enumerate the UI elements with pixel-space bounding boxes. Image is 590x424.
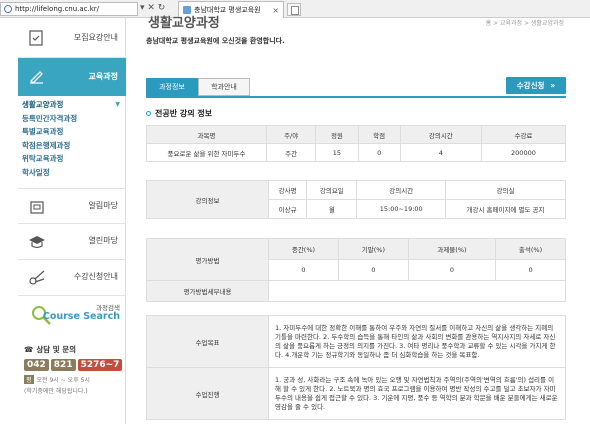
close-tab-icon[interactable]: ×	[272, 6, 279, 15]
table-cell: 개강시 홈페이지에 별도 공지	[445, 199, 566, 219]
column-header: 출석(%)	[495, 238, 566, 260]
column-header: 강의시간	[399, 125, 482, 144]
column-header: 학점	[357, 125, 401, 144]
sidebar-label-admissions: 모집요강안내	[73, 33, 118, 42]
sidebar-label-notice: 알림마당	[88, 201, 118, 210]
new-tab-button[interactable]	[287, 3, 301, 16]
contact-title: ☎ 상담 및 문의	[24, 345, 77, 354]
table-cell: 0	[407, 259, 497, 281]
phone-number: 042 821 5276~7	[24, 359, 124, 371]
table-cell: 월	[306, 199, 358, 219]
table-cell: 4	[399, 143, 482, 162]
sidebar-label-open: 열린마당	[88, 236, 118, 245]
column-header: 정원	[315, 125, 359, 144]
weekday-badge: 평	[24, 375, 34, 384]
submenu-item[interactable]: 생활교양과정 ▼	[22, 98, 126, 112]
sidebar-item-courses[interactable]: 교육과정	[18, 58, 126, 96]
sidebar-item-open[interactable]: 열린마당	[18, 224, 126, 260]
content-tabs: 과정정보 학과안내	[146, 78, 250, 96]
browser-bar: http://lifelong.cnu.ac.kr/ ▾ ✕ ↻ 충남대학교 평…	[0, 0, 590, 18]
column-header: 중간(%)	[268, 238, 339, 260]
course-search-banner[interactable]: 과정검색 Course Search	[24, 300, 122, 342]
address-url: http://lifelong.cnu.ac.kr/	[15, 5, 100, 13]
column-header: 수강료	[480, 125, 567, 144]
course-description-table: 수업목표 1. 자미두수에 대한 정확한 이해를 통하여 우주와 자연의 질서를…	[146, 315, 566, 420]
sidebar: 모집요강안내 교육과정 생활교양과정 ▼ 등록민간자격과정 특별교육과정 학점은행…	[18, 18, 126, 424]
table-cell: 0	[495, 259, 566, 281]
tab-course-info[interactable]: 과정정보	[146, 78, 198, 96]
address-bar[interactable]: http://lifelong.cnu.ac.kr/	[0, 2, 138, 16]
column-header: 과제물(%)	[407, 238, 497, 260]
sidebar-label-registration: 수강신청안내	[73, 272, 118, 281]
sidebar-item-notice[interactable]: 알림마당	[18, 188, 126, 224]
breadcrumb: 홈 > 교육과정 > 생활교양과정	[485, 20, 564, 27]
sidebar-item-registration[interactable]: 수강신청안내	[18, 260, 126, 296]
column-header: 강의실	[445, 180, 566, 200]
column-header: 강의요일	[306, 180, 358, 200]
table-cell: 이상규	[267, 199, 308, 219]
contact-box: ☎ 상담 및 문의 042 821 5276~7 평 오전 9시 ~ 오후 5시…	[24, 344, 124, 395]
tab-department[interactable]: 학과안내	[198, 78, 250, 96]
table-cell: 주간	[265, 143, 317, 162]
lecture-info-table: 강의정보 강사명 강의요일 강의시간 강의실 이상규 월 15:00~19:00…	[146, 180, 566, 219]
row-header: 수업목표	[146, 315, 269, 368]
row-header: 평가방법	[146, 238, 269, 281]
evaluation-table: 평가방법 중간(%) 기말(%) 과제물(%) 출석(%) 0 0 0 0 평가…	[146, 238, 566, 302]
notice-icon	[30, 201, 44, 214]
page-title: 생활교양과정	[148, 16, 220, 31]
column-header: 강의시간	[356, 180, 446, 200]
main-content: 생활교양과정 홈 > 교육과정 > 생활교양과정 충남대학교 평생교육원에 오신…	[140, 16, 570, 424]
double-arrow-icon: »	[550, 81, 556, 90]
bullet-icon	[146, 111, 151, 116]
table-cell: 0	[268, 259, 339, 281]
table-cell: 200000	[480, 143, 567, 162]
office-hours: 평 오전 9시 ~ 오후 5시	[24, 375, 90, 384]
table-cell: 1. 궁과 성, 사화라는 구조 속에 녹아 있는 오행 및 자연법칙과 주역의…	[268, 367, 566, 420]
globe-icon	[4, 5, 12, 13]
table-cell: 0	[337, 259, 409, 281]
table-row: 풍요로운 삶을 위한 자미두수 주간 15 0 4 200000	[146, 143, 567, 162]
column-header: 과목명	[146, 125, 267, 144]
submenu-item[interactable]: 등록민간자격과정	[22, 112, 126, 126]
course-table: 과목명 주/야 정원 학점 강의시간 수강료 풍요로운 삶을 위한 자미두수 주…	[146, 125, 567, 162]
tab-underline	[146, 96, 566, 98]
row-header: 평가방법세부내용	[146, 280, 269, 302]
table-row: 평가방법세부내용	[146, 280, 566, 302]
course-search-title: Course Search	[42, 311, 120, 322]
table-cell: 풍요로운 삶을 위한 자미두수	[146, 143, 267, 162]
row-header: 강의정보	[146, 180, 269, 219]
welcome-text: 충남대학교 평생교육원에 오신것을 환영합니다.	[146, 37, 285, 45]
table-cell: 1. 자미두수에 대한 정확한 이해를 통하여 우주와 자연의 질서를 이해하고…	[268, 315, 566, 368]
checklist-icon	[29, 30, 43, 46]
sidebar-item-admissions[interactable]: 모집요강안내	[18, 18, 126, 58]
table-cell: 0	[357, 143, 401, 162]
table-cell: 15	[315, 143, 359, 162]
submenu-item[interactable]: 학사일정	[22, 166, 126, 180]
row-header: 수업진행	[146, 367, 269, 420]
column-header: 강사명	[267, 180, 308, 200]
chevron-down-icon: ▼	[115, 101, 120, 108]
sidebar-submenu: 생활교양과정 ▼ 등록민간자격과정 특별교육과정 학점은행제과정 위탁교육과정 학…	[18, 98, 126, 179]
column-header: 기말(%)	[337, 238, 409, 260]
hours-note: (학기중에만 해당됩니다.)	[24, 388, 88, 395]
submenu-item[interactable]: 위탁교육과정	[22, 152, 126, 166]
table-cell: 15:00~19:00	[356, 199, 446, 219]
scissors-icon	[29, 270, 45, 285]
apply-button[interactable]: 수강신청»	[506, 77, 566, 94]
column-header: 주/야	[265, 125, 317, 144]
sidebar-label-courses: 교육과정	[88, 72, 118, 81]
table-row: 수업진행 1. 궁과 성, 사화라는 구조 속에 녹아 있는 오행 및 자연법칙…	[146, 367, 566, 420]
section-title: 전공반 강의 정보	[146, 108, 212, 119]
table-row: 수업목표 1. 자미두수에 대한 정확한 이해를 통하여 우주와 자연의 질서를…	[146, 315, 566, 368]
table-cell	[268, 280, 566, 302]
headset-icon: ☎	[24, 345, 34, 354]
pencil-icon	[30, 71, 43, 84]
graduation-cap-icon	[29, 236, 45, 249]
submenu-item[interactable]: 특별교육과정	[22, 125, 126, 139]
submenu-item[interactable]: 학점은행제과정	[22, 139, 126, 153]
